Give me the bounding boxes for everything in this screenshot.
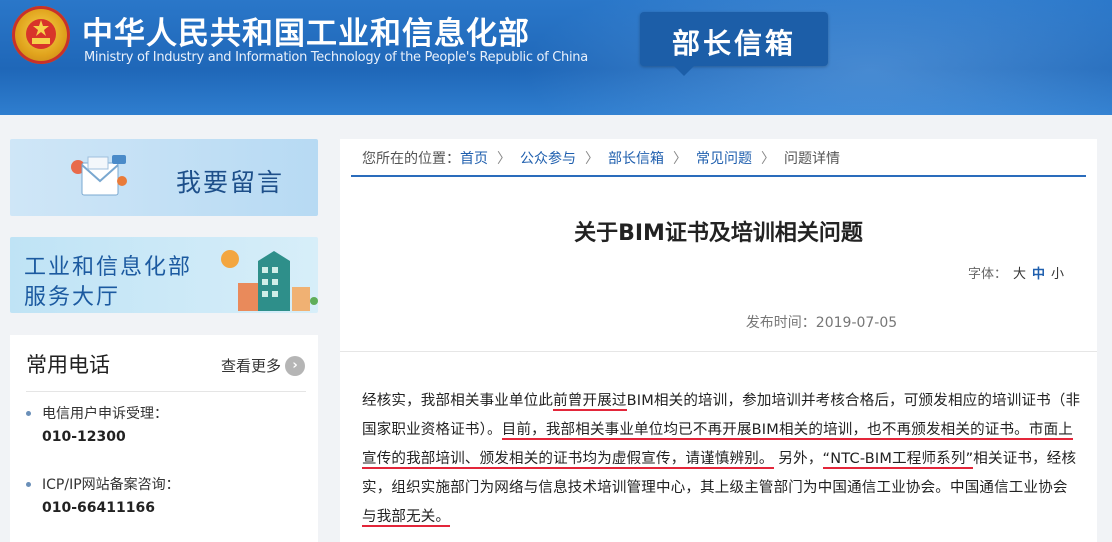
- font-size-large[interactable]: 大: [1013, 267, 1026, 282]
- badge-tail: [674, 66, 694, 76]
- body-segment: 另外，: [773, 451, 823, 467]
- font-size-label: 字体：: [968, 267, 1008, 282]
- font-size-switcher: 字体： 大中小: [968, 263, 1064, 282]
- breadcrumb-minister-mailbox[interactable]: 部长信箱: [608, 151, 664, 167]
- site-subtitle: Ministry of Industry and Information Tec…: [84, 50, 588, 65]
- minister-mailbox-badge[interactable]: 部长信箱: [640, 12, 828, 76]
- envelope-icon: [71, 155, 127, 196]
- service-hall-banner[interactable]: 工业和信息化部 服务大厅: [10, 237, 318, 313]
- article-title: 关于BIM证书及培训相关问题: [574, 221, 863, 246]
- see-more-link[interactable]: 查看更多: [221, 355, 281, 376]
- font-size-small[interactable]: 小: [1051, 267, 1064, 282]
- underlined-segment: 前曾开展过: [553, 393, 627, 411]
- article-panel: 您所在的位置：首页〉公众参与〉部长信箱〉常见问题〉问题详情 关于BIM证书及培训…: [340, 139, 1097, 542]
- breadcrumb-separator: 〉: [761, 151, 775, 167]
- phones-divider: [26, 391, 306, 392]
- phone-item-name: ICP/IP网站备案咨询：: [42, 477, 180, 493]
- breadcrumb-public-participation[interactable]: 公众参与: [520, 151, 576, 167]
- font-size-medium[interactable]: 中: [1032, 267, 1045, 282]
- national-emblem-icon[interactable]: [12, 6, 70, 64]
- article-divider: [340, 351, 1097, 352]
- service-hall-label-line1: 工业和信息化部: [24, 255, 193, 280]
- chevron-right-icon[interactable]: ›: [285, 356, 305, 376]
- article-body: 经核实，我部相关事业单位此前曾开展过BIM相关的培训，参加培训并考核合格后，可颁…: [362, 387, 1082, 532]
- phone-item-number: 010-66411166: [42, 500, 155, 516]
- bullet-icon: [26, 482, 31, 487]
- phone-item-number: 010-12300: [42, 429, 126, 445]
- breadcrumb-home[interactable]: 首页: [460, 151, 488, 167]
- site-header: 中华人民共和国工业和信息化部 Ministry of Industry and …: [0, 0, 1112, 115]
- body-segment: 经核实，我部相关事业单位此: [362, 393, 554, 409]
- badge-label: 部长信箱: [671, 27, 796, 60]
- breadcrumb: 您所在的位置：首页〉公众参与〉部长信箱〉常见问题〉问题详情: [362, 148, 840, 168]
- breadcrumb-separator: 〉: [497, 151, 511, 167]
- breadcrumb-current: 问题详情: [784, 151, 840, 167]
- breadcrumb-underline: [351, 175, 1086, 177]
- breadcrumb-separator: 〉: [673, 151, 687, 167]
- publish-date: 发布时间：2019-07-05: [745, 315, 898, 331]
- common-phones-panel: 常用电话 查看更多 › 电信用户申诉受理： 010-12300 ICP/IP网站…: [10, 335, 318, 542]
- underlined-segment: 与我部无关。: [362, 509, 451, 527]
- bullet-icon: [26, 411, 31, 416]
- breadcrumb-separator: 〉: [585, 151, 599, 167]
- leave-message-label: 我要留言: [176, 168, 285, 197]
- underlined-segment: “NTC-BIM工程师系列”: [822, 451, 974, 469]
- site-title[interactable]: 中华人民共和国工业和信息化部: [82, 8, 530, 53]
- breadcrumb-faq[interactable]: 常见问题: [696, 151, 752, 167]
- service-hall-label-line2: 服务大厅: [24, 285, 121, 310]
- common-phones-heading: 常用电话: [26, 353, 110, 377]
- phone-item-name: 电信用户申诉受理：: [42, 406, 168, 422]
- building-illustration-icon: [221, 250, 318, 311]
- leave-message-banner[interactable]: 我要留言: [10, 139, 318, 216]
- breadcrumb-prefix: 您所在的位置：: [362, 151, 460, 167]
